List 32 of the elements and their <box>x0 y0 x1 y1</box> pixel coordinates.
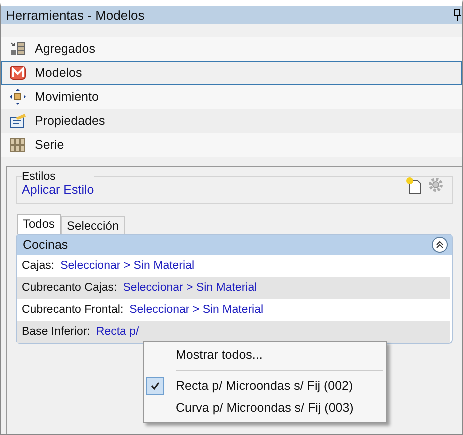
collapse-button[interactable] <box>432 237 448 253</box>
check-icon <box>150 382 160 390</box>
window-title: Herramientas - Modelos <box>6 8 145 22</box>
value-link[interactable]: Seleccionar > Sin Material <box>60 260 195 272</box>
value-link[interactable]: Seleccionar > Sin Material <box>123 282 258 294</box>
menu-item[interactable]: Mostrar todos... <box>176 348 263 362</box>
nav-item[interactable]: Agregados <box>1 37 462 61</box>
row-label: Cubrecanto Cajas: <box>22 282 118 294</box>
group-legend: Estilos <box>22 171 94 183</box>
value-link[interactable]: Recta p/ <box>96 326 140 338</box>
move-arrows-icon <box>10 89 26 105</box>
menu-item[interactable]: Recta p/ Microondas s/ Fij (002) <box>144 375 386 397</box>
nav-item[interactable]: Modelos <box>1 61 462 85</box>
double-chevron-up-icon <box>436 241 444 249</box>
tab[interactable]: Selección <box>61 216 126 234</box>
nav-item[interactable]: Movimiento <box>1 85 462 109</box>
new-document-icon[interactable] <box>406 177 422 195</box>
grid-blocks-icon <box>10 138 26 152</box>
value-link[interactable]: Seleccionar > Sin Material <box>130 304 264 316</box>
row-label: Cubrecanto Frontal: <box>22 304 124 316</box>
apply-style-link[interactable]: Aplicar Estilo <box>22 183 94 197</box>
arrow-into-box-icon <box>10 42 26 56</box>
group-title: Cocinas <box>23 238 68 252</box>
letter-m-icon <box>10 66 26 80</box>
tab[interactable]: Todos <box>17 214 62 234</box>
group-header[interactable]: Cocinas <box>17 235 452 255</box>
row-label: Base Inferior: <box>22 326 90 338</box>
properties-card-icon <box>10 114 26 128</box>
pin-icon[interactable] <box>454 9 461 21</box>
menu-item[interactable]: Curva p/ Microondas s/ Fij (003) <box>144 397 386 419</box>
row-label: Cajas: <box>22 260 55 272</box>
nav-item[interactable]: Serie <box>1 133 462 157</box>
